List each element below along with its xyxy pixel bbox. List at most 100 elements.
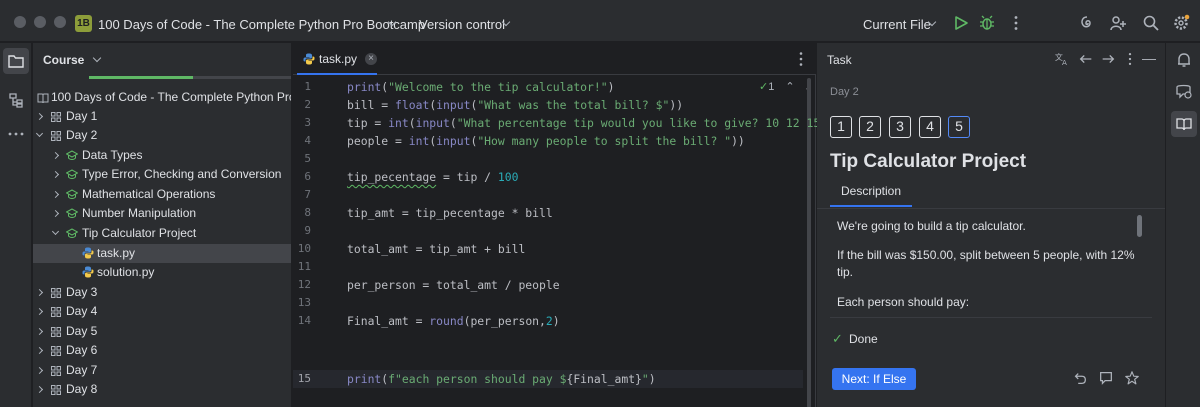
ai-chat-icon[interactable] [1175,83,1193,101]
zoom-window-button[interactable] [54,16,66,28]
chevron-down-icon[interactable] [51,227,60,236]
step-2-button[interactable]: 2 [859,116,881,138]
line-number: 2 [304,98,311,111]
code-token: input [436,98,471,112]
more-actions-icon[interactable] [1007,14,1025,32]
close-window-button[interactable] [14,16,26,28]
star-icon[interactable] [1124,370,1140,386]
course-progress-track [193,76,291,79]
graduation-cap-icon [66,169,78,179]
chevron-up-icon[interactable]: ⌃ [785,81,794,93]
editor-options-icon[interactable] [792,50,810,68]
project-tool-button[interactable] [3,48,29,74]
tree-item-day-5[interactable]: Day 5 [33,322,291,341]
tree-item-day-1[interactable]: Day 1 [33,107,291,126]
code-line[interactable]: people = int(input("How many people to s… [347,134,745,148]
tree-item-day-2[interactable]: Day 2 [33,126,291,145]
chevron-right-icon[interactable] [51,209,60,218]
panel-title[interactable]: Course [43,53,101,67]
reset-icon[interactable] [1072,370,1088,386]
tree-item-number-manipulation[interactable]: Number Manipulation [33,204,291,223]
tree-item-day-7[interactable]: Day 7 [33,361,291,380]
python-file-icon [303,53,315,65]
structure-icon[interactable] [7,91,25,109]
search-icon[interactable] [1142,14,1160,32]
code-line[interactable]: print("Welcome to the tip calculator!") [347,80,614,94]
code-line[interactable]: bill = float(input("What was the total b… [347,98,683,112]
tree-item-day-6[interactable]: Day 6 [33,341,291,360]
task-description: We're going to build a tip calculator. I… [830,208,1152,318]
chevron-right-icon[interactable] [35,112,44,121]
code-token: ) [648,372,656,386]
line-number: 13 [297,296,311,309]
chevron-right-icon[interactable] [35,288,44,297]
code-line[interactable]: tip = int(input("What percentage tip wou… [347,116,848,130]
step-4-button[interactable]: 4 [919,116,941,138]
chevron-right-icon[interactable] [35,366,44,375]
step-5-button[interactable]: 5 [948,116,970,138]
code-token: float [395,98,430,112]
tree-item-type-error[interactable]: Type Error, Checking and Conversion [33,165,291,184]
chevron-right-icon[interactable] [35,307,44,316]
tree-item-day-8[interactable]: Day 8 [33,380,291,399]
code-area[interactable]: ✓1 ⌃ ⌃ 1 2 3 4 5 6 7 8 9 10 11 12 13 14 … [293,76,848,407]
tree-item-solution-py[interactable]: solution.py [33,263,291,282]
code-line[interactable]: print(f"each person should pay ${Final_a… [347,372,656,386]
tab-task-py[interactable]: task.py × [297,43,377,75]
ai-assistant-icon[interactable] [1078,14,1096,32]
code-line[interactable]: total_amt = tip_amt + bill [347,242,525,256]
code-token: bill = [347,98,396,112]
settings-gear-icon[interactable] [1172,14,1190,32]
arrow-right-icon[interactable] [1100,51,1116,67]
run-icon[interactable] [952,14,970,32]
inspection-widget[interactable]: ✓1 ⌃ ⌃ [759,80,813,93]
panel-options-icon[interactable] [1122,51,1138,67]
code-line[interactable]: tip_amt = tip_pecentage * bill [347,206,553,220]
version-control-dropdown[interactable]: Version control [419,17,505,32]
tree-item-day-4[interactable]: Day 4 [33,302,291,321]
chevron-right-icon[interactable] [35,385,44,394]
step-3-button[interactable]: 3 [889,116,911,138]
tab-description[interactable]: Description [830,177,912,207]
minimize-panel-icon[interactable]: — [1142,51,1156,65]
debug-icon[interactable] [978,14,996,32]
grid-icon [51,131,61,141]
tree-item-course[interactable]: 100 Days of Code - The Complete Python P… [33,88,291,107]
grid-icon [51,366,61,376]
open-book-icon [1176,118,1192,131]
chevron-right-icon[interactable] [51,151,60,160]
project-badge[interactable]: 1B [75,15,92,32]
chevron-right-icon[interactable] [51,190,60,199]
add-user-icon[interactable] [1109,14,1127,32]
task-tool-button[interactable] [1171,111,1197,137]
done-status: Done [849,332,878,346]
minimize-window-button[interactable] [34,16,46,28]
comment-icon[interactable] [1098,370,1114,386]
tree-item-data-types[interactable]: Data Types [33,146,291,165]
arrow-left-icon[interactable] [1078,51,1094,67]
code-token: int [408,134,430,148]
tree-item-task-py[interactable]: task.py [33,244,291,263]
tree-item-tip-calculator[interactable]: Tip Calculator Project [33,224,291,243]
project-name-dropdown[interactable]: 100 Days of Code - The Complete Python P… [98,17,425,32]
run-configuration-dropdown[interactable]: Current File [863,17,931,32]
chevron-right-icon[interactable] [35,327,44,336]
notifications-bell-icon[interactable] [1175,51,1193,69]
chevron-right-icon[interactable] [51,170,60,179]
code-token: ( [449,116,457,130]
code-token: print [347,372,382,386]
chevron-down-icon[interactable] [35,129,44,138]
code-line[interactable]: tip_pecentage = tip / 100 [347,170,518,184]
step-1-button[interactable]: 1 [830,116,852,138]
description-scrollbar[interactable] [1137,215,1142,237]
code-line[interactable]: per_person = total_amt / people [347,278,560,292]
close-tab-icon[interactable]: × [365,53,377,65]
tree-item-mathematical-operations[interactable]: Mathematical Operations [33,185,291,204]
code-token: print [347,80,382,94]
next-task-button[interactable]: Next: If Else [832,368,916,390]
translate-icon[interactable]: 文 A [1054,51,1070,67]
chevron-right-icon[interactable] [35,346,44,355]
more-tools-icon[interactable] [7,125,25,143]
tree-item-day-3[interactable]: Day 3 [33,283,291,302]
code-line[interactable]: Final_amt = round(per_person,2) [347,314,560,328]
